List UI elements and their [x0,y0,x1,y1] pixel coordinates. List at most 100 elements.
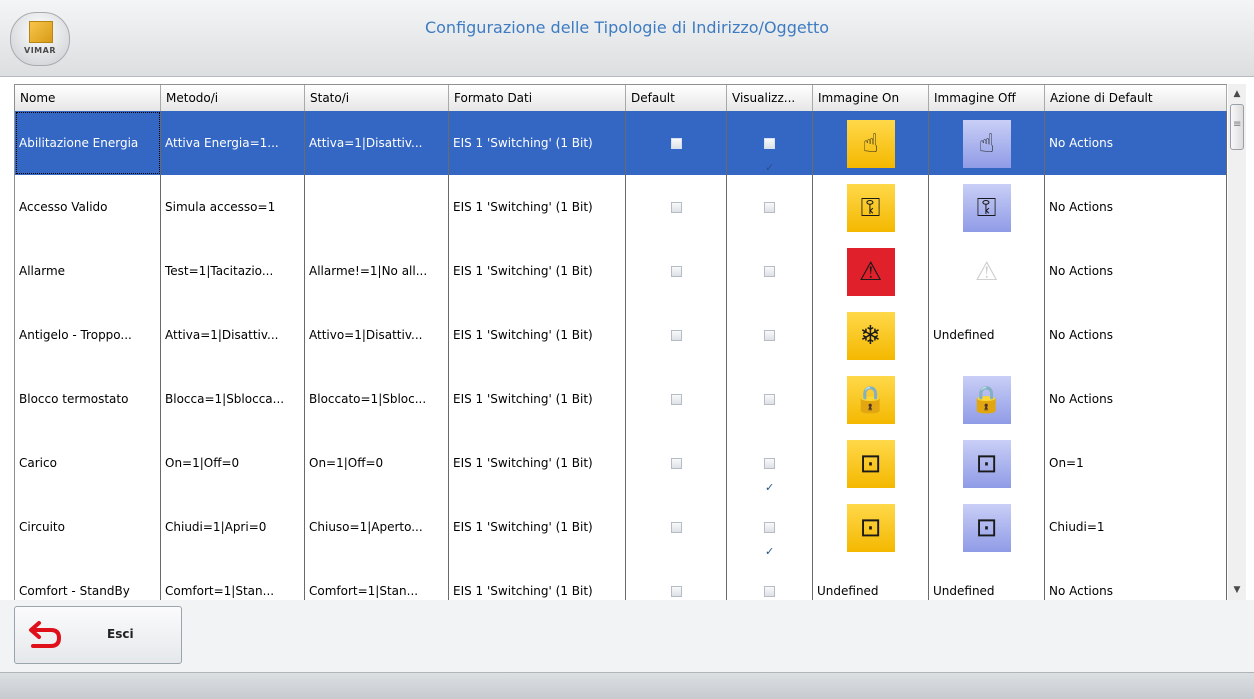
cell-image-on[interactable]: ⊡ [813,495,929,559]
default-checkbox[interactable] [670,586,682,597]
cell-nome[interactable]: Antigelo - Troppo... [15,303,161,367]
cell-metodi[interactable]: On=1|Off=0 [161,431,305,495]
cell-metodi[interactable]: Chiudi=1|Apri=0 [161,495,305,559]
cell-azione[interactable]: No Actions [1045,111,1227,175]
cell-azione[interactable]: On=1 [1045,431,1227,495]
cell-formato[interactable]: EIS 1 'Switching' (1 Bit) [449,367,626,431]
cell-default [626,367,727,431]
cell-stati[interactable]: Allarme!=1|No all... [305,239,449,303]
default-checkbox[interactable] [670,202,682,213]
visualizza-checkbox[interactable] [764,330,775,341]
default-checkbox[interactable] [670,266,682,277]
table-row[interactable]: Carico On=1|Off=0 On=1|Off=0 EIS 1 'Switchi… [15,431,1227,496]
cell-image-on[interactable]: ☝ [813,111,929,175]
cell-image-off[interactable]: Undefined [929,559,1045,601]
cell-metodi[interactable]: Attiva=1|Disattiv... [161,303,305,367]
cell-formato[interactable]: EIS 1 'Switching' (1 Bit) [449,175,626,239]
warning-icon: ⚠ [846,247,895,296]
visualizza-checkbox[interactable] [764,520,775,559]
cell-nome[interactable]: Allarme [15,239,161,303]
default-checkbox[interactable] [670,522,682,533]
cell-image-on[interactable]: ⚠ [813,239,929,303]
table-row[interactable]: Abilitazione Energia Attiva Energia=1... A… [15,111,1227,176]
column-header[interactable]: Nome [15,85,161,111]
scroll-up-icon[interactable]: ▲ [1228,86,1246,102]
cell-image-off[interactable]: 🔒 [929,367,1045,431]
cell-azione[interactable]: No Actions [1045,239,1227,303]
column-header[interactable]: Immagine On [813,85,929,111]
cell-image-off[interactable]: ⊡ [929,431,1045,495]
cell-metodi[interactable]: Attiva Energia=1... [161,111,305,175]
cell-azione[interactable]: No Actions [1045,175,1227,239]
cell-metodi[interactable]: Blocca=1|Sblocca... [161,367,305,431]
cell-nome[interactable]: Abilitazione Energia [15,111,161,175]
cell-azione[interactable]: No Actions [1045,559,1227,601]
column-header[interactable]: Stato/i [305,85,449,111]
cell-formato[interactable]: EIS 1 'Switching' (1 Bit) [449,559,626,601]
column-header[interactable]: Formato Dati [449,85,626,111]
cell-image-off[interactable]: ☝ [929,111,1045,175]
visualizza-checkbox[interactable] [764,202,775,213]
cell-formato[interactable]: EIS 1 'Switching' (1 Bit) [449,303,626,367]
cell-image-off[interactable]: ⚿ [929,175,1045,239]
table-row[interactable]: Circuito Chiudi=1|Apri=0 Chiuso=1|Aperto..… [15,495,1227,560]
cell-nome[interactable]: Blocco termostato [15,367,161,431]
cell-formato[interactable]: EIS 1 'Switching' (1 Bit) [449,431,626,495]
exit-button[interactable]: Esci [14,606,182,664]
default-checkbox[interactable] [670,458,682,469]
visualizza-checkbox[interactable] [764,266,775,277]
scroll-thumb[interactable] [1230,104,1244,150]
cell-azione[interactable]: No Actions [1045,303,1227,367]
cell-azione[interactable]: Chiudi=1 [1045,495,1227,559]
cell-metodi[interactable]: Test=1|Tacitazio... [161,239,305,303]
visualizza-checkbox[interactable] [764,136,775,175]
visualizza-checkbox[interactable] [764,456,775,495]
cell-stati[interactable]: On=1|Off=0 [305,431,449,495]
cell-image-on[interactable]: ⊡ [813,431,929,495]
cell-stati[interactable]: Comfort=1|Stan... [305,559,449,601]
cell-formato[interactable]: EIS 1 'Switching' (1 Bit) [449,239,626,303]
table-row[interactable]: Accesso Valido Simula accesso=1 EIS 1 'Swi… [15,175,1227,240]
cell-image-off[interactable]: Undefined [929,303,1045,367]
cell-stati[interactable]: Bloccato=1|Sbloc... [305,367,449,431]
cell-image-on[interactable]: ❄ [813,303,929,367]
cell-stati[interactable] [305,175,449,239]
cell-image-off[interactable]: ⚠ [929,239,1045,303]
default-checkbox[interactable] [670,394,682,405]
cell-stati[interactable]: Attivo=1|Disattiv... [305,303,449,367]
column-header[interactable]: Visualizz... [727,85,813,111]
cell-nome[interactable]: Circuito [15,495,161,559]
visualizza-checkbox[interactable] [764,586,775,597]
column-header[interactable]: Immagine Off [929,85,1045,111]
vertical-scrollbar[interactable]: ▲ ▼ [1228,84,1246,600]
cell-azione[interactable]: No Actions [1045,367,1227,431]
cell-nome[interactable]: Comfort - StandBy [15,559,161,601]
default-checkbox[interactable] [670,138,682,149]
cell-image-on[interactable]: 🔒 [813,367,929,431]
cell-metodi[interactable]: Comfort=1|Stan... [161,559,305,601]
cell-image-off[interactable]: ⊡ [929,495,1045,559]
cell-default [626,175,727,239]
cell-nome[interactable]: Carico [15,431,161,495]
cell-nome[interactable]: Accesso Valido [15,175,161,239]
table-row[interactable]: Allarme Test=1|Tacitazio... Allarme!=1|No … [15,239,1227,304]
cell-stati[interactable]: Chiuso=1|Aperto... [305,495,449,559]
column-header[interactable]: Metodo/i [161,85,305,111]
table-row[interactable]: Blocco termostato Blocca=1|Sblocca... Bloc… [15,367,1227,432]
visualizza-checkbox[interactable] [764,394,775,405]
scroll-down-icon[interactable]: ▼ [1228,582,1246,598]
cell-formato[interactable]: EIS 1 'Switching' (1 Bit) [449,495,626,559]
cell-formato[interactable]: EIS 1 'Switching' (1 Bit) [449,111,626,175]
column-header[interactable]: Azione di Default [1045,85,1227,111]
types-table: Nome Metodo/i Stato/i Formato Dati Default Vi… [14,84,1227,601]
cell-visualizza [727,431,813,495]
cell-stati[interactable]: Attiva=1|Disattiv... [305,111,449,175]
column-header[interactable]: Default [626,85,727,111]
default-checkbox[interactable] [670,330,682,341]
cell-image-on[interactable]: Undefined [813,559,929,601]
cell-metodi[interactable]: Simula accesso=1 [161,175,305,239]
table-row[interactable]: Comfort - StandBy Comfort=1|Stan... Comfor… [15,559,1227,601]
table-row[interactable]: Antigelo - Troppo... Attiva=1|Disattiv...… [15,303,1227,368]
cell-image-on[interactable]: ⚿ [813,175,929,239]
circuit-icon: ⊡ [846,503,895,552]
